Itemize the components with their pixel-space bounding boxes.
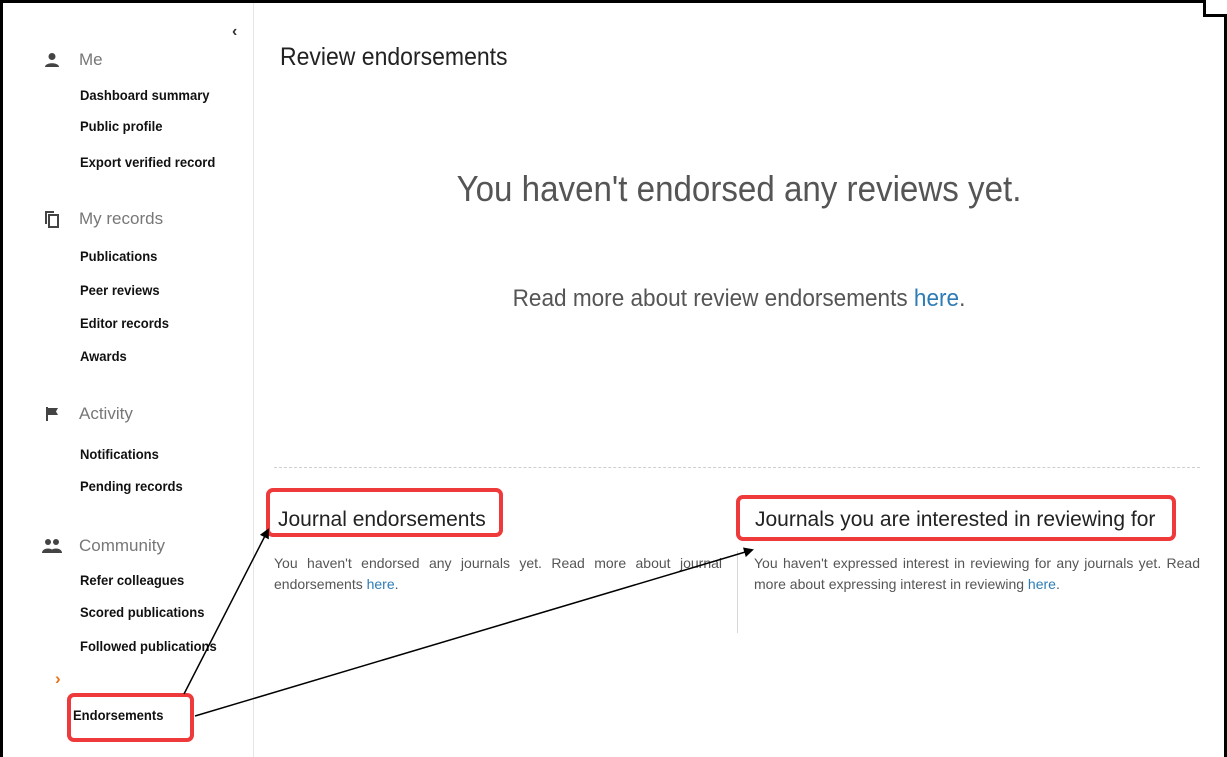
journals-interested-text: You haven't expressed interest in review… bbox=[754, 553, 1200, 595]
main-content: Review endorsements You haven't endorsed… bbox=[254, 3, 1224, 757]
nav-followed-publications[interactable]: Followed publications bbox=[80, 638, 217, 654]
section-my-records[interactable]: My records bbox=[41, 209, 163, 229]
section-community[interactable]: Community bbox=[41, 536, 165, 556]
readmore-text: Read more about review endorsements bbox=[512, 285, 914, 312]
nav-editor-records[interactable]: Editor records bbox=[80, 315, 169, 331]
journal-endorsements-suffix: . bbox=[394, 576, 399, 592]
journals-interested-body: You haven't expressed interest in review… bbox=[754, 555, 1200, 592]
person-icon bbox=[41, 50, 63, 70]
journal-endorsements-heading: Journal endorsements bbox=[278, 508, 486, 531]
journal-endorsements-here-link[interactable]: here bbox=[367, 576, 395, 592]
nav-pending-records[interactable]: Pending records bbox=[80, 478, 183, 494]
journal-endorsements-body: You haven't endorsed any journals yet. R… bbox=[274, 555, 722, 592]
journals-interested-heading: Journals you are interested in reviewing… bbox=[755, 508, 1156, 531]
nav-awards[interactable]: Awards bbox=[80, 348, 127, 364]
copy-icon bbox=[41, 209, 63, 229]
journals-interested-suffix: . bbox=[1055, 576, 1060, 592]
nav-export-verified-record[interactable]: Export verified record bbox=[80, 154, 215, 170]
empty-reviews-message: You haven't endorsed any reviews yet. bbox=[456, 168, 1022, 209]
flag-icon bbox=[41, 404, 63, 424]
column-divider bbox=[737, 551, 738, 633]
section-activity[interactable]: Activity bbox=[41, 404, 133, 424]
page-title: Review endorsements bbox=[280, 43, 508, 71]
review-endorsements-here-link[interactable]: here bbox=[914, 285, 959, 312]
section-activity-label: Activity bbox=[79, 404, 133, 423]
nav-endorsements[interactable]: Endorsements bbox=[73, 707, 163, 723]
nav-dashboard-summary[interactable]: Dashboard summary bbox=[80, 87, 210, 103]
section-me-label: Me bbox=[79, 50, 103, 69]
group-icon bbox=[41, 536, 63, 556]
section-divider bbox=[274, 467, 1200, 468]
journal-endorsements-text: You haven't endorsed any journals yet. R… bbox=[274, 553, 722, 595]
readmore-suffix: . bbox=[959, 285, 966, 312]
review-endorsements-readmore: Read more about review endorsements here… bbox=[283, 285, 1195, 313]
nav-notifications[interactable]: Notifications bbox=[80, 446, 159, 462]
section-me[interactable]: Me bbox=[41, 50, 103, 70]
journals-interested-here-link[interactable]: here bbox=[1028, 576, 1056, 592]
section-community-label: Community bbox=[79, 536, 165, 555]
sidebar: ‹ Me Dashboard summary Public profile Ex… bbox=[3, 3, 254, 757]
collapse-sidebar-button[interactable]: ‹ bbox=[232, 23, 237, 41]
nav-scored-publications[interactable]: Scored publications bbox=[80, 604, 204, 620]
nav-peer-reviews[interactable]: Peer reviews bbox=[80, 282, 160, 298]
nav-publications[interactable]: Publications bbox=[80, 248, 157, 264]
nav-public-profile[interactable]: Public profile bbox=[80, 118, 162, 134]
section-my-records-label: My records bbox=[79, 209, 164, 228]
active-item-chevron-icon: › bbox=[55, 669, 61, 688]
nav-refer-colleagues[interactable]: Refer colleagues bbox=[80, 572, 184, 588]
